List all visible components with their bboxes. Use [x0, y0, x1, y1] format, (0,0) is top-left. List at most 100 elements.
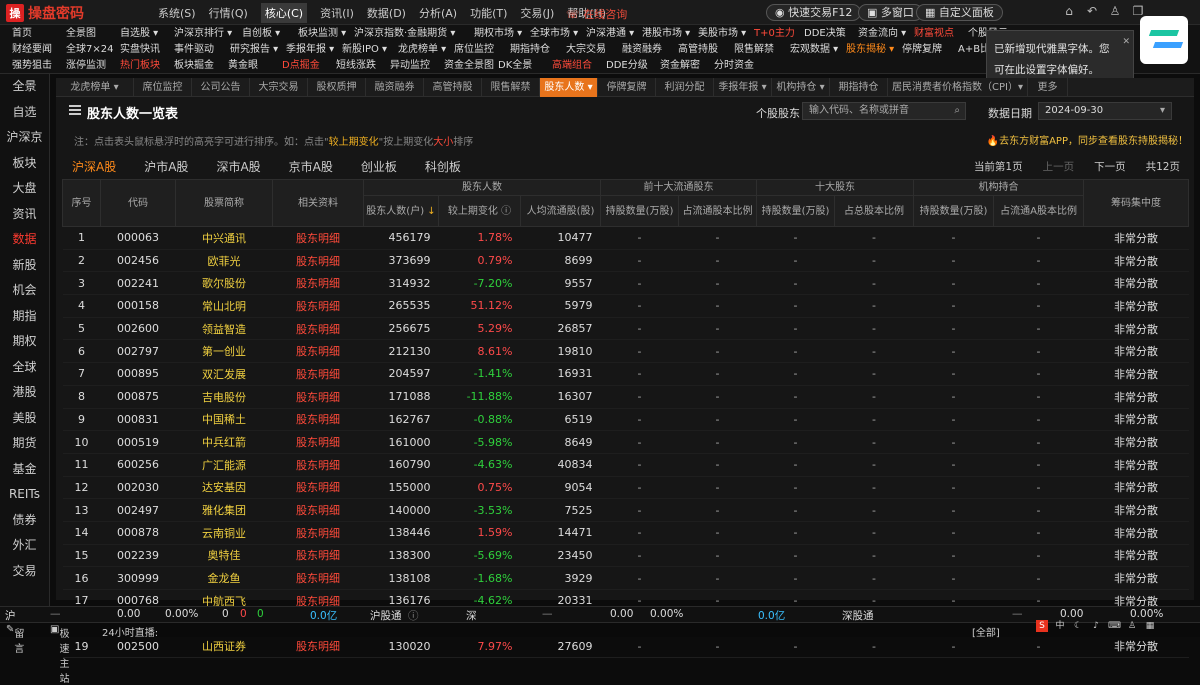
menu-row1-item-6[interactable]: 沪深京指数·金融期货 ▾ — [354, 26, 474, 42]
cell-info[interactable]: 股东明细 — [272, 498, 364, 522]
col-top10float-ratio[interactable]: 占流通股本比例 — [678, 195, 758, 227]
menu-row3-item-7[interactable]: 异动监控 — [390, 58, 444, 74]
menu-item-4[interactable]: 数据(D) — [367, 5, 406, 21]
cell-info[interactable]: 股东明细 — [272, 453, 364, 477]
col-inst-ratio[interactable]: 占流通A股本比例 — [993, 195, 1085, 227]
sidebar-item-6[interactable]: 数据 — [0, 227, 49, 253]
col-top10float-shares[interactable]: 持股数量(万股) — [600, 195, 680, 227]
menu-row2-item-3[interactable]: 事件驱动 — [174, 42, 230, 58]
tab-15[interactable]: 更多 — [1028, 78, 1068, 97]
menu-row1-item-15[interactable]: 财富视点 — [914, 26, 968, 42]
cell-name[interactable]: 达安基因 — [175, 476, 273, 500]
menu-row3-item-10[interactable]: 高端组合 — [552, 58, 606, 74]
menu-row1-item-9[interactable]: 沪深港通 ▾ — [586, 26, 642, 42]
tab-2[interactable]: 公司公告 — [192, 78, 250, 97]
cell-info[interactable]: 股东明细 — [272, 294, 364, 318]
sidebar-item-13[interactable]: 美股 — [0, 406, 49, 432]
cell-info[interactable]: 股东明细 — [272, 317, 364, 341]
quick-trade-button[interactable]: ◉ 快速交易F12 — [766, 4, 862, 21]
menu-row2-item-10[interactable]: 大宗交易 — [566, 42, 622, 58]
cell-name[interactable]: 歌尔股份 — [175, 271, 273, 296]
cell-name[interactable]: 吉电股份 — [175, 385, 273, 409]
sidebar-item-5[interactable]: 资讯 — [0, 202, 49, 228]
menu-row3-item-13[interactable]: 分时资金 — [714, 58, 768, 74]
grid-icon[interactable]: ▦ — [1144, 620, 1156, 632]
market-tab-2[interactable]: 深市A股 — [216, 158, 260, 181]
table-row[interactable]: 6 002797 第一创业 股东明细 212130 8.61% 19810- - - - - - 非常分… — [62, 339, 1189, 364]
tab-0[interactable]: 龙虎榜单 ▾ — [56, 78, 134, 97]
col-concentration[interactable]: 筹码集中度 — [1083, 179, 1190, 227]
next-page-button[interactable]: 下一页 — [1094, 159, 1126, 174]
menu-item-2[interactable]: 核心(C) — [260, 2, 308, 23]
sidebar-item-9[interactable]: 期指 — [0, 304, 49, 330]
cell-info[interactable]: 股东明细 — [272, 544, 364, 568]
sidebar-item-7[interactable]: 新股 — [0, 253, 49, 279]
menu-row2-item-9[interactable]: 期指持仓 — [510, 42, 566, 58]
cell-info[interactable]: 股东明细 — [272, 339, 364, 364]
menu-row3-item-3[interactable]: 板块掘金 — [174, 58, 228, 74]
cell-name[interactable]: 中兵红箭 — [175, 430, 273, 454]
menu-row3-item-2[interactable]: 热门板块 — [120, 58, 174, 74]
menu-row1-item-13[interactable]: DDE决策 — [804, 26, 858, 42]
col-top10-shares[interactable]: 持股数量(万股) — [756, 195, 836, 227]
sidebar-item-18[interactable]: 外汇 — [0, 533, 49, 559]
tab-7[interactable]: 限售解禁 — [482, 78, 540, 97]
table-row[interactable]: 15 002239 奥特佳 股东明细 138300 -5.69% 23450- - - - - - 非常… — [62, 544, 1189, 568]
table-row[interactable]: 16 300999 金龙鱼 股东明细 138108 -1.68% 3929- - - - - - 非常分… — [62, 566, 1189, 590]
cell-name[interactable]: 云南铜业 — [175, 521, 273, 545]
home-icon[interactable]: ⌂ — [1062, 4, 1076, 18]
cell-info[interactable]: 股东明细 — [272, 271, 364, 296]
cell-info[interactable]: 股东明细 — [272, 476, 364, 500]
cell-name[interactable]: 双汇发展 — [175, 362, 273, 386]
menu-row2-item-16[interactable]: 停牌复牌 — [902, 42, 958, 58]
table-row[interactable]: 2 002456 欧菲光 股东明细 373699 0.79% 8699- - - - - - 非常分散 — [62, 249, 1189, 273]
tab-8[interactable]: 股东人数 ▾ — [540, 78, 598, 97]
menu-row1-item-0[interactable]: 首页 — [12, 26, 66, 42]
cell-name[interactable]: 常山北明 — [175, 294, 273, 318]
col-seq[interactable]: 序号 — [62, 179, 101, 227]
keyboard-icon[interactable]: ⌨ — [1108, 620, 1121, 632]
menu-item-1[interactable]: 行情(Q) — [209, 5, 248, 21]
custom-panel-button[interactable]: ▦ 自定义面板 — [916, 4, 1003, 21]
menu-row3-item-5[interactable]: D点掘金 — [282, 58, 336, 74]
search-icon[interactable]: ⌕ — [954, 103, 960, 119]
menu-row1-item-7[interactable]: 期权市场 ▾ — [474, 26, 530, 42]
sz-connect[interactable]: 深股通 — [842, 608, 874, 623]
sidebar-item-8[interactable]: 机会 — [0, 278, 49, 304]
cell-info[interactable]: 股东明细 — [272, 385, 364, 409]
tab-10[interactable]: 利润分配 — [656, 78, 714, 97]
sidebar-item-15[interactable]: 基金 — [0, 457, 49, 483]
cell-info[interactable]: 股东明细 — [272, 430, 364, 454]
skin-icon[interactable]: ♙ — [1108, 4, 1122, 18]
sidebar-item-16[interactable]: REITs — [0, 482, 49, 508]
menu-row2-item-11[interactable]: 融资融券 — [622, 42, 678, 58]
table-row[interactable]: 8 000875 吉电股份 股东明细 171088 -11.88% 16307- - - - - - 非… — [62, 385, 1189, 409]
sh-connect[interactable]: 沪股通 — [370, 608, 402, 623]
tab-11[interactable]: 季报年报 ▾ — [714, 78, 772, 97]
message-button[interactable]: ✎ 留言 — [6, 624, 24, 655]
menu-row2-item-7[interactable]: 龙虎榜单 ▾ — [398, 42, 454, 58]
cell-name[interactable]: 第一创业 — [175, 339, 273, 364]
col-inst-shares[interactable]: 持股数量(万股) — [913, 195, 995, 227]
menu-row2-item-6[interactable]: 新股IPO ▾ — [342, 42, 398, 58]
table-row[interactable]: 1 000063 中兴通讯 股东明细 456179 1.78% 10477- - - - - - 非常分… — [62, 226, 1189, 250]
market-tab-3[interactable]: 京市A股 — [289, 158, 333, 181]
menu-item-7[interactable]: 交易(J) — [520, 5, 554, 21]
current-page[interactable]: 当前第1页 — [974, 159, 1023, 174]
sidebar-item-3[interactable]: 板块 — [0, 151, 49, 177]
back-icon[interactable]: ↶ — [1085, 4, 1099, 18]
menu-row1-item-2[interactable]: 自选股 ▾ — [120, 26, 174, 42]
menu-row2-item-2[interactable]: 实盘快讯 — [120, 42, 174, 58]
cell-name[interactable]: 中兴通讯 — [175, 226, 273, 250]
col-change[interactable]: 较上期变化 ⓘ — [438, 195, 521, 227]
prev-page-button[interactable]: 上一页 — [1043, 159, 1075, 174]
sidebar-item-14[interactable]: 期货 — [0, 431, 49, 457]
sidebar-item-17[interactable]: 债券 — [0, 508, 49, 534]
tab-4[interactable]: 股权质押 — [308, 78, 366, 97]
menu-row2-item-12[interactable]: 高管持股 — [678, 42, 734, 58]
tab-6[interactable]: 高管持股 — [424, 78, 482, 97]
tab-1[interactable]: 席位监控 — [134, 78, 192, 97]
shirt-icon[interactable]: ♙ — [1126, 620, 1138, 632]
server-button[interactable]: ▣ 极速主站 — [50, 624, 69, 685]
menu-row2-item-1[interactable]: 全球7×24 — [66, 42, 120, 58]
